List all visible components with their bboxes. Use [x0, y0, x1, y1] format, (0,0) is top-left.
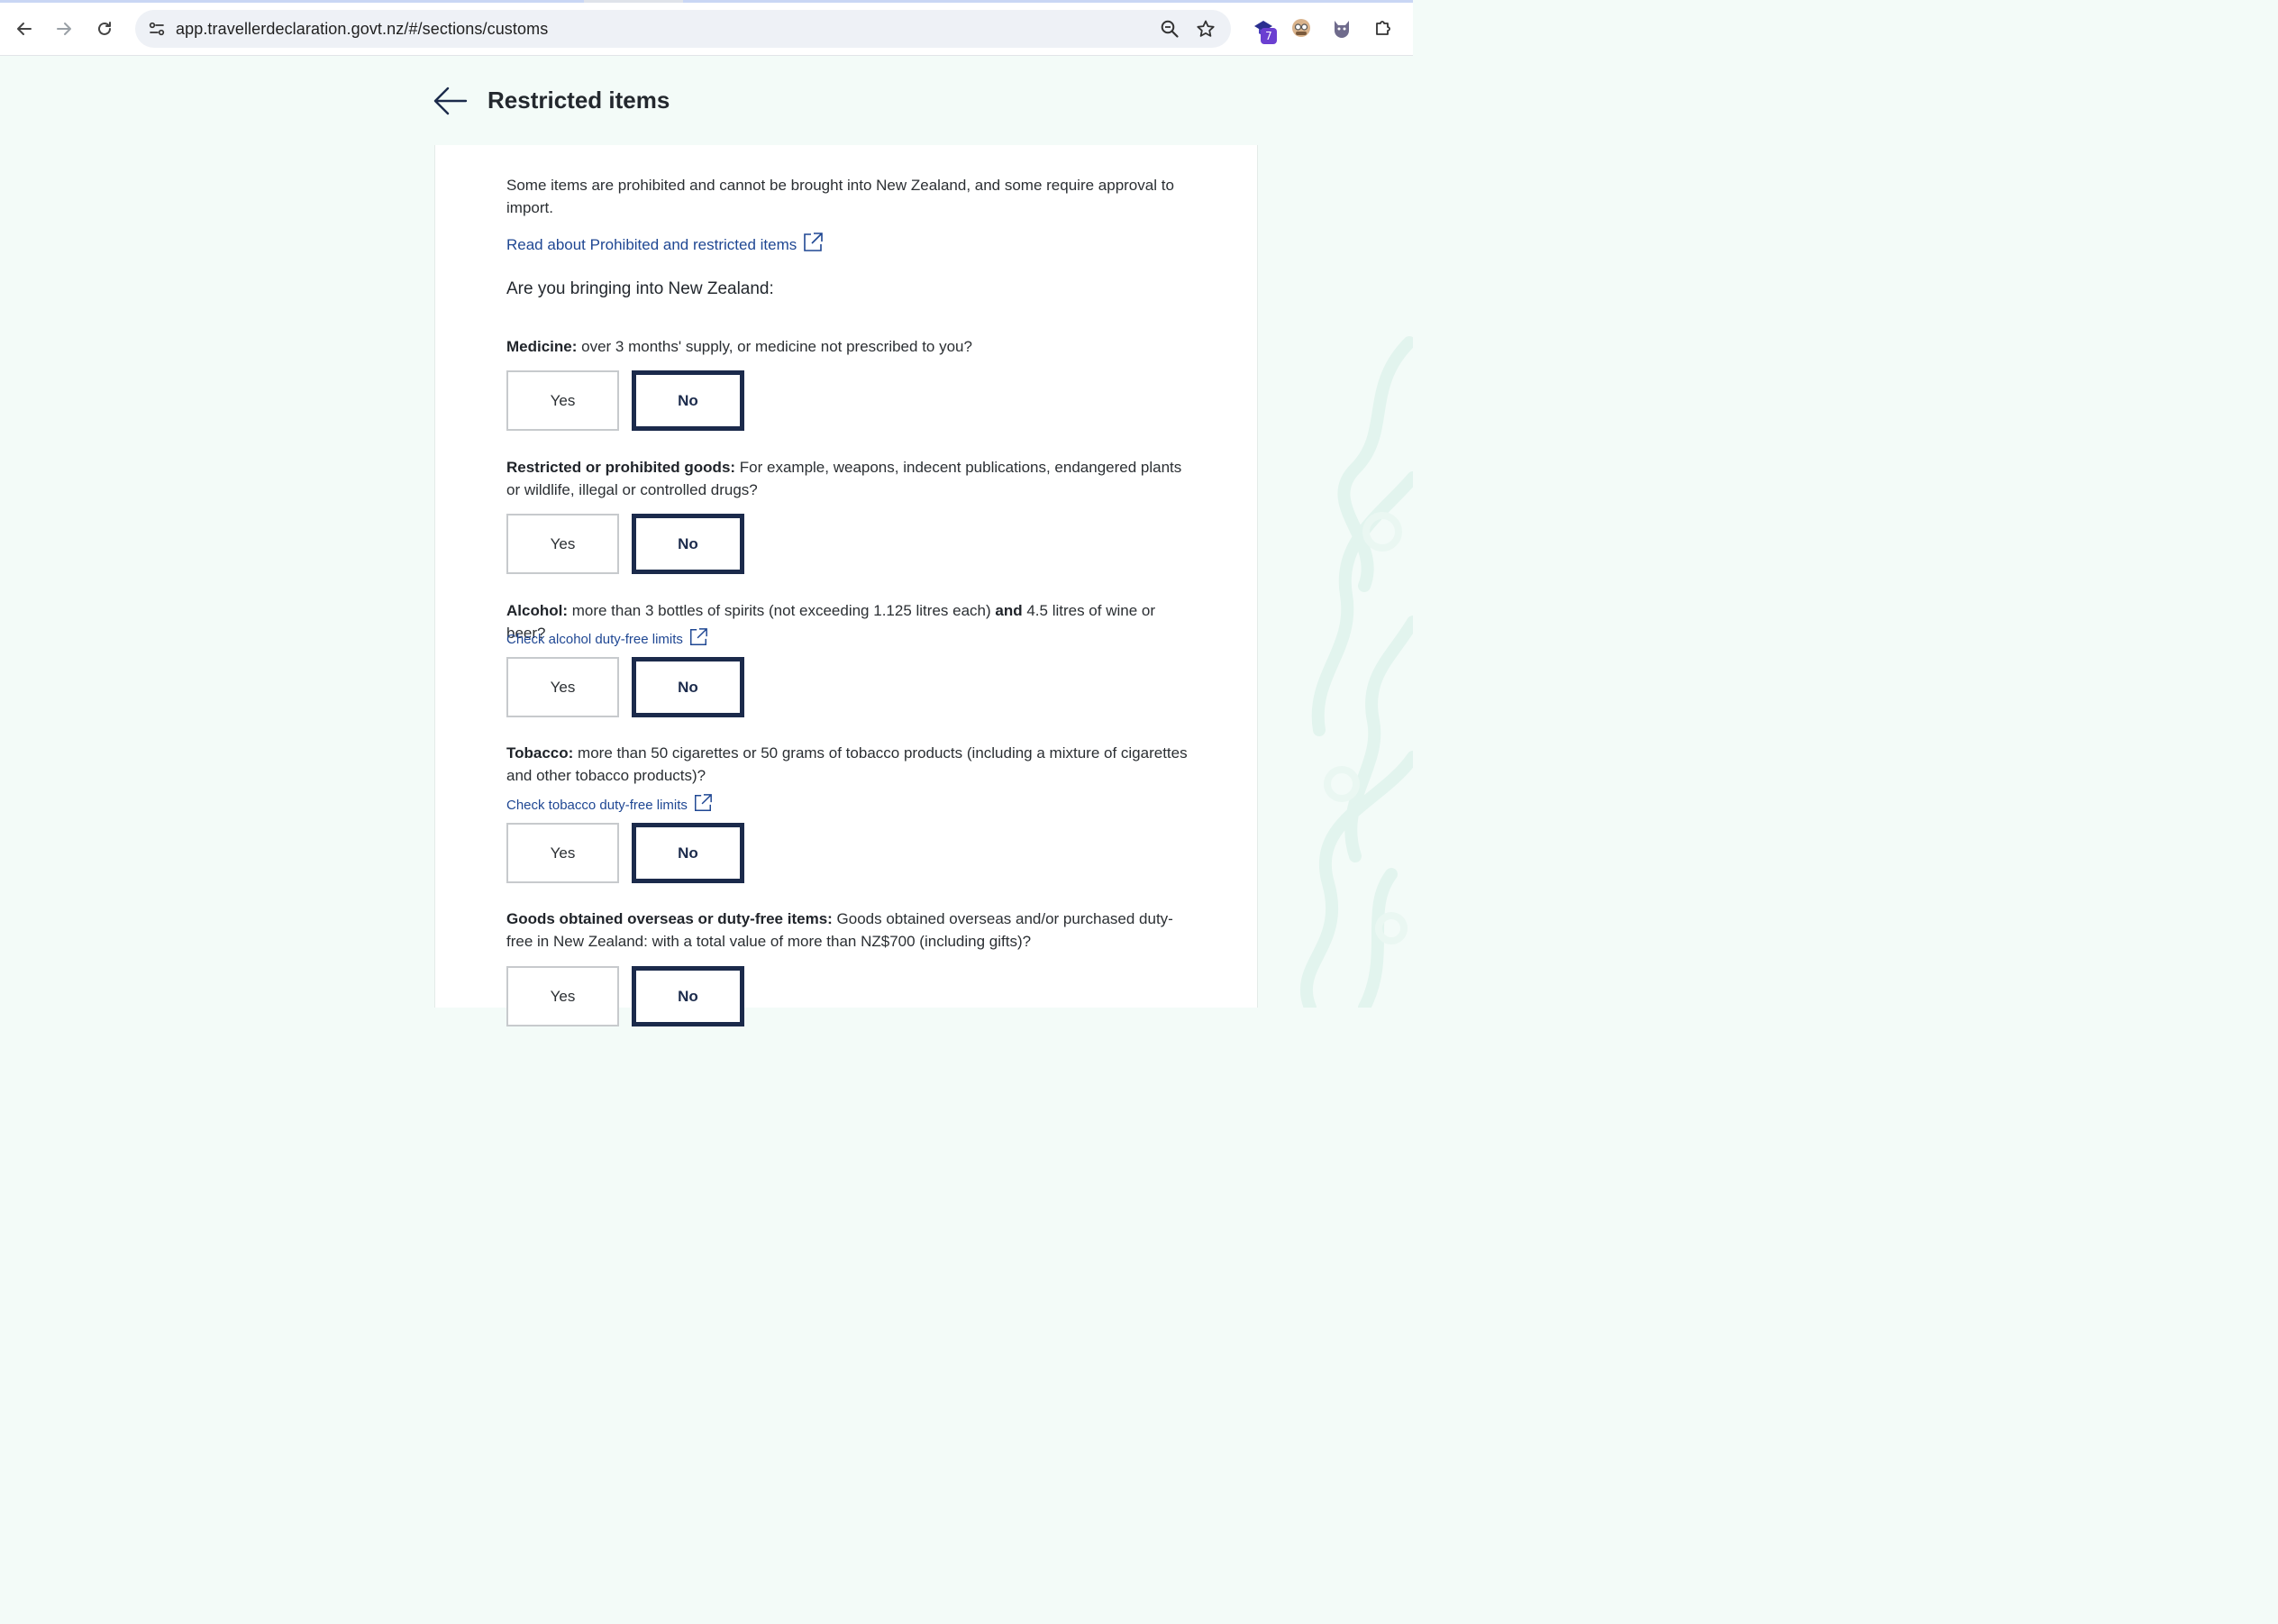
alcohol-limits-link-label: Check alcohol duty-free limits — [506, 631, 683, 647]
restricted-goods-question: Restricted or prohibited goods: For exam… — [506, 459, 1182, 498]
alcohol-no-button[interactable]: No — [632, 657, 744, 717]
intro-text: Some items are prohibited and cannot be … — [506, 177, 1174, 216]
puzzle-extensions-icon[interactable] — [1368, 13, 1399, 43]
tab-strip-edge — [0, 0, 1413, 3]
back-arrow-icon[interactable] — [433, 86, 469, 116]
zoom-icon[interactable] — [1155, 14, 1184, 43]
overseas-goods-no-button[interactable]: No — [632, 966, 744, 1026]
medicine-no-button[interactable]: No — [632, 370, 744, 431]
tobacco-limits-link-label: Check tobacco duty-free limits — [506, 797, 688, 813]
restricted-goods-no-button[interactable]: No — [632, 514, 744, 574]
prohibited-items-link-label: Read about Prohibited and restricted ite… — [506, 235, 797, 253]
tobacco-question: Tobacco: more than 50 cigarettes or 50 g… — [506, 744, 1188, 784]
cat-avatar-icon[interactable] — [1326, 13, 1357, 43]
decorative-pattern — [1299, 336, 1413, 1008]
extension-badge: 7 — [1261, 28, 1277, 44]
overseas-goods-yes-button[interactable]: Yes — [506, 966, 619, 1026]
external-link-icon — [802, 232, 824, 258]
tobacco-no-button[interactable]: No — [632, 823, 744, 883]
overseas-goods-question: Goods obtained overseas or duty-free ite… — [506, 910, 1173, 950]
alcohol-limits-link[interactable]: Check alcohol duty-free limits — [506, 627, 708, 651]
tobacco-yes-button[interactable]: Yes — [506, 823, 619, 883]
restricted-goods-yes-button[interactable]: Yes — [506, 514, 619, 574]
external-link-icon — [688, 627, 708, 651]
form-card: Some items are prohibited and cannot be … — [434, 145, 1258, 1026]
address-bar[interactable]: app.travellerdeclaration.govt.nz/#/secti… — [135, 10, 1231, 48]
reload-icon[interactable] — [90, 14, 119, 43]
back-icon[interactable] — [10, 14, 39, 43]
site-settings-icon[interactable] — [142, 14, 171, 43]
page-title: Restricted items — [487, 87, 670, 114]
forward-icon[interactable] — [50, 14, 78, 43]
browser-toolbar: app.travellerdeclaration.govt.nz/#/secti… — [0, 0, 1413, 56]
medicine-yes-button[interactable]: Yes — [506, 370, 619, 431]
prohibited-items-link[interactable]: Read about Prohibited and restricted ite… — [506, 232, 824, 258]
medicine-question: Medicine: over 3 months' supply, or medi… — [506, 338, 972, 355]
external-link-icon — [693, 793, 713, 817]
alcohol-yes-button[interactable]: Yes — [506, 657, 619, 717]
tobacco-limits-link[interactable]: Check tobacco duty-free limits — [506, 793, 713, 817]
url-text[interactable]: app.travellerdeclaration.govt.nz/#/secti… — [176, 20, 548, 39]
profile-avatar-icon[interactable] — [1286, 13, 1317, 43]
bookmark-star-icon[interactable] — [1191, 14, 1220, 43]
lead-question: Are you bringing into New Zealand: — [506, 279, 774, 298]
